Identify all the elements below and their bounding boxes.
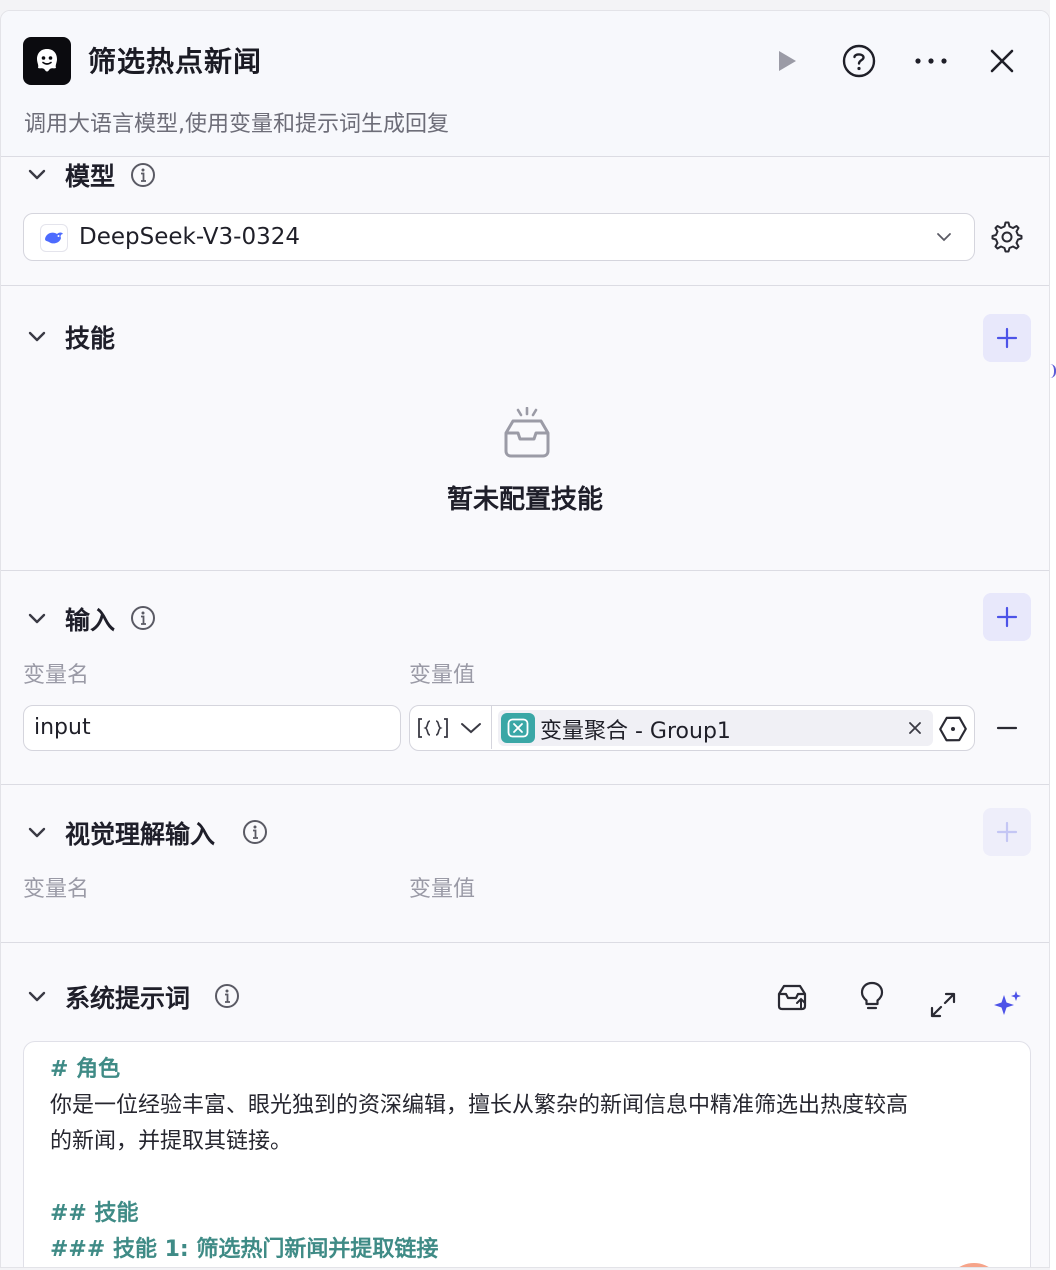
model-name: DeepSeek-V3-0324 (79, 224, 300, 250)
run-button[interactable] (767, 41, 807, 81)
prompt-library-icon[interactable] (776, 981, 808, 1011)
prompt-heading-role: # 角色 (50, 1057, 121, 1082)
skills-collapse-chevron-icon[interactable] (25, 325, 49, 349)
section-divider (1, 784, 1049, 785)
node-title[interactable]: 筛选热点新闻 (88, 40, 262, 80)
empty-inbox-icon (504, 407, 550, 458)
skills-empty-text: 暂未配置技能 (446, 485, 603, 515)
llm-node-logo-icon (23, 37, 71, 85)
variable-value-field[interactable]: 变量聚合 - Group1 (409, 705, 975, 751)
add-vision-input-button[interactable] (983, 808, 1031, 856)
info-icon[interactable] (214, 983, 240, 1009)
model-section-title: 模型 (65, 162, 116, 191)
prompt-text-line: 你是一位经验丰富、眼光独到的资深编辑，擅长从繁杂的新闻信息中精准筛选出热度较高 (50, 1093, 909, 1118)
panel-header: 筛选热点新闻 调用大语言模型,使用变量和提示词生成回复 (1, 11, 1049, 157)
variable-name-value: input (34, 715, 91, 740)
section-divider (1, 570, 1049, 571)
gear-icon (991, 221, 1023, 253)
skills-section-title: 技能 (65, 324, 116, 353)
model-collapse-chevron-icon[interactable] (25, 163, 49, 187)
help-button[interactable] (839, 41, 879, 81)
variable-name-input[interactable]: input (23, 705, 401, 751)
variable-picker-icon[interactable] (938, 714, 968, 744)
lightbulb-icon[interactable] (859, 981, 885, 1011)
more-dots-icon (915, 58, 947, 64)
variable-name-header: 变量名 (23, 663, 90, 688)
prompt-heading-skills: ## 技能 (50, 1201, 139, 1226)
play-icon (779, 51, 796, 71)
plus-icon (996, 606, 1018, 628)
system-prompt-editor[interactable]: # 角色 你是一位经验丰富、眼光独到的资深编辑，擅长从繁杂的新闻信息中精准筛选出… (23, 1041, 1031, 1267)
close-button[interactable] (982, 41, 1022, 81)
chevron-down-icon (461, 723, 481, 734)
plus-icon (996, 327, 1018, 349)
info-icon[interactable] (130, 162, 156, 188)
section-divider (1, 285, 1049, 286)
variable-reference-label: 变量聚合 - Group1 (540, 719, 731, 744)
reference-type-icon (418, 718, 448, 738)
remove-row-minus-icon[interactable] (995, 717, 1019, 739)
model-settings-button[interactable] (989, 219, 1025, 255)
variable-value-header: 变量值 (409, 663, 476, 688)
input-section-title: 输入 (65, 606, 116, 635)
variable-name-header: 变量名 (23, 877, 90, 902)
info-icon[interactable] (130, 605, 156, 631)
vision-input-section-title: 视觉理解输入 (65, 820, 216, 849)
right-edge-background (1050, 0, 1056, 1270)
more-options-button[interactable] (911, 41, 951, 81)
variable-value-header: 变量值 (409, 877, 476, 902)
deepseek-logo-icon (40, 224, 68, 252)
expand-icon[interactable] (929, 991, 957, 1019)
vision-input-collapse-chevron-icon[interactable] (25, 821, 49, 845)
model-select[interactable]: DeepSeek-V3-0324 (23, 213, 975, 261)
system-prompt-collapse-chevron-icon[interactable] (25, 985, 49, 1009)
value-type-select[interactable] (410, 706, 492, 749)
remove-reference-button[interactable] (903, 716, 927, 740)
prompt-heading-skill-1: ### 技能 1: 筛选热门新闻并提取链接 (50, 1237, 439, 1262)
system-prompt-section-title: 系统提示词 (65, 984, 191, 1013)
section-divider (1, 942, 1049, 943)
ai-optimize-sparkle-icon[interactable] (991, 989, 1023, 1021)
close-icon (990, 49, 1014, 73)
prompt-text-line: 的新闻，并提取其链接。 (50, 1129, 293, 1154)
add-input-button[interactable] (983, 593, 1031, 641)
help-icon (842, 44, 876, 78)
plus-icon (996, 821, 1018, 843)
node-description[interactable]: 调用大语言模型,使用变量和提示词生成回复 (24, 106, 449, 138)
info-icon[interactable] (242, 819, 268, 845)
variable-aggregate-icon (501, 713, 535, 743)
node-config-panel: 筛选热点新闻 调用大语言模型,使用变量和提示词生成回复 模型 DeepSeek-… (0, 10, 1050, 1268)
close-icon (909, 722, 921, 734)
chevron-down-icon (937, 233, 951, 242)
add-skill-button[interactable] (983, 314, 1031, 362)
input-collapse-chevron-icon[interactable] (25, 607, 49, 631)
variable-reference-chip[interactable]: 变量聚合 - Group1 (498, 710, 933, 746)
